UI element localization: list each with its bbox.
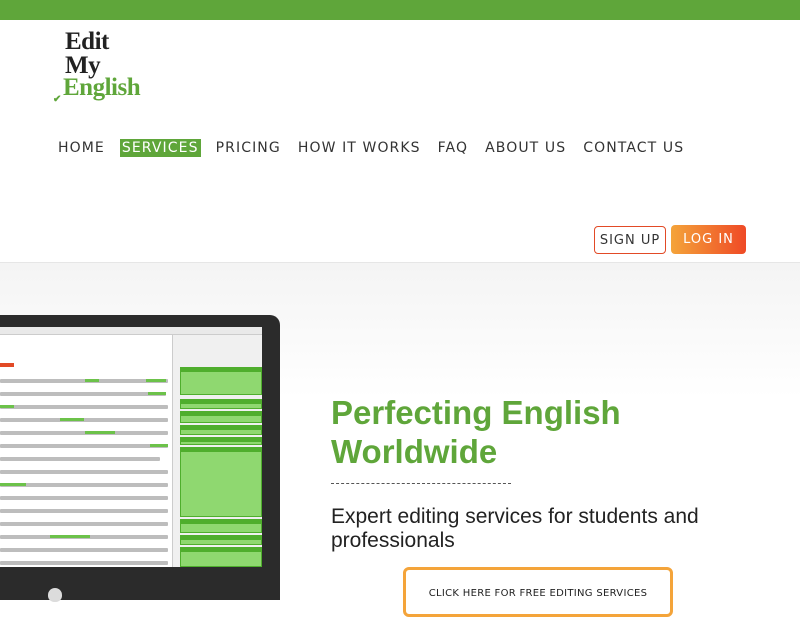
document-text-line: [0, 379, 168, 383]
logo[interactable]: Edit My English ✔: [53, 28, 163, 105]
edit-comment-card: [180, 447, 262, 517]
document-edit-mark: [0, 483, 26, 486]
document-ruler: [0, 327, 262, 335]
document-text-line: [0, 548, 168, 552]
document-edit-mark: [50, 535, 90, 538]
document-text-line: [0, 405, 168, 409]
main-nav: HOME SERVICES PRICING HOW IT WORKS FAQ A…: [56, 138, 699, 158]
document-heading-mark: [0, 363, 14, 367]
nav-item-pricing[interactable]: PRICING: [214, 139, 283, 157]
document-edit-mark: [0, 405, 14, 408]
document-text-line: [0, 392, 166, 396]
free-editing-cta-button[interactable]: CLICK HERE FOR FREE EDITING SERVICES: [403, 567, 673, 617]
document-text-line: [0, 444, 168, 448]
nav-item-services[interactable]: SERVICES: [119, 139, 201, 157]
logo-checkmark-icon: ✔: [53, 94, 62, 105]
edit-comment-card: [180, 425, 262, 435]
document-edit-mark: [148, 392, 166, 395]
edit-comment-card: [180, 547, 262, 567]
document-text-line: [0, 470, 168, 474]
nav-item-contact-us[interactable]: CONTACT US: [581, 139, 686, 157]
document-edit-mark: [85, 431, 115, 434]
document-text-line: [0, 418, 168, 422]
document-text-line: [0, 457, 160, 461]
document-text-line: [0, 431, 168, 435]
login-button[interactable]: LOG IN: [671, 225, 746, 254]
edit-comment-card: [180, 535, 262, 545]
top-accent-bar: [0, 0, 800, 20]
signup-button[interactable]: SIGN UP: [594, 226, 666, 254]
document-text-line: [0, 522, 168, 526]
logo-line-english: English: [63, 74, 141, 101]
document-edit-mark: [85, 379, 99, 382]
laptop-bezel-bottom: [0, 567, 280, 600]
edit-comment-card: [180, 367, 262, 395]
document-text-line: [0, 509, 168, 513]
edit-comment-card: [180, 399, 262, 409]
document-edit-mark: [60, 418, 84, 421]
hero-divider: [331, 483, 511, 484]
hero-headline: Perfecting English Worldwide: [331, 394, 621, 470]
document-edit-mark: [146, 379, 166, 382]
nav-item-how-it-works[interactable]: HOW IT WORKS: [296, 139, 423, 157]
edit-comment-card: [180, 437, 262, 445]
nav-item-faq[interactable]: FAQ: [436, 139, 470, 157]
document-text-line: [0, 496, 168, 500]
nav-item-home[interactable]: HOME: [56, 139, 107, 157]
edit-comment-card: [180, 519, 262, 533]
document-edit-mark: [150, 444, 168, 447]
hero-subheadline: Expert editing services for students and…: [331, 505, 699, 552]
document-text-line: [0, 561, 168, 565]
nav-item-about-us[interactable]: ABOUT US: [483, 139, 568, 157]
laptop-screen-document-preview: [0, 327, 262, 567]
edit-comment-card: [180, 411, 262, 423]
